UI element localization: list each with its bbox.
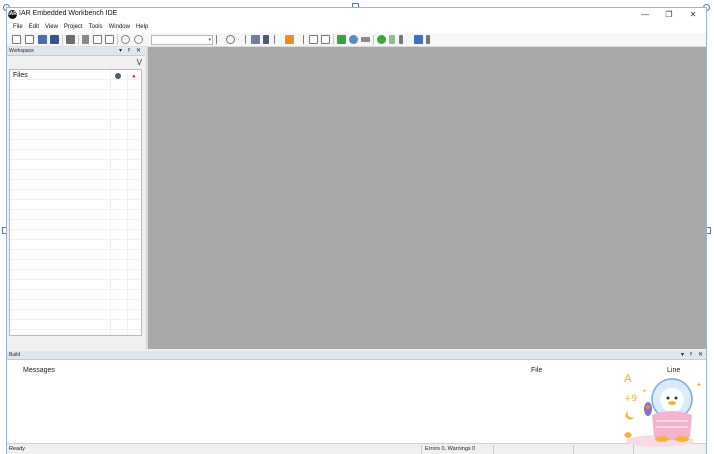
mascot-side-icons: A +9 — [624, 372, 638, 438]
menu-project[interactable]: Project — [61, 22, 86, 33]
filter-dropdown[interactable]: V — [137, 58, 142, 67]
build-header: Build ▾ ᵖ ✕ — [7, 351, 706, 360]
column-divider — [110, 70, 111, 335]
compile-icon[interactable] — [309, 35, 318, 44]
error-marker-icon: ● — [132, 74, 136, 80]
status-divider — [573, 445, 574, 454]
menu-bar: File Edit View Project Tools Window Help — [7, 22, 706, 33]
pin-icon[interactable]: ᵖ — [128, 47, 130, 56]
mascot-sticker-icon: A +9 ✦ ✦ — [624, 372, 702, 447]
status-errors: Errors 0, Warnings 0 — [425, 446, 476, 452]
ide-window: IAR IAR Embedded Workbench IDE — ❐ ✕ Fil… — [6, 7, 707, 454]
breakpoint-icon[interactable] — [361, 37, 370, 42]
workspace-title: Workspace — [9, 48, 34, 54]
toolbar-separator — [78, 35, 79, 45]
build-pane: Build ▾ ᵖ ✕ Messages File Line — [7, 351, 706, 443]
go-to-icon[interactable] — [251, 35, 260, 44]
toolbar-separator — [373, 35, 374, 45]
menu-window[interactable]: Window — [106, 22, 133, 33]
workspace-file-list[interactable]: Files ● — [9, 69, 142, 336]
nav-forward-icon[interactable] — [240, 35, 246, 44]
app-logo-icon: IAR — [8, 10, 17, 19]
menu-edit[interactable]: Edit — [26, 22, 42, 33]
workspace-header: Workspace ▾ ᵖ ✕ — [7, 47, 145, 56]
redo-icon[interactable] — [134, 35, 143, 44]
toolbar-overflow-icon[interactable] — [426, 35, 430, 44]
svg-text:+9: +9 — [624, 394, 638, 404]
menu-tools[interactable]: Tools — [86, 22, 106, 33]
editor-area[interactable] — [146, 47, 706, 349]
build-icon[interactable] — [337, 35, 346, 44]
status-bar: Ready Errors 0, Warnings 0 — [7, 443, 706, 454]
main-toolbar: ▾ — [7, 33, 706, 47]
next-bookmark-icon[interactable] — [298, 35, 304, 44]
menu-help[interactable]: Help — [133, 22, 151, 33]
column-file[interactable]: File — [531, 367, 542, 374]
toolbar-separator — [62, 35, 63, 45]
print-icon[interactable] — [66, 35, 75, 44]
pane-menu-icon[interactable]: ▾ — [681, 351, 684, 360]
list-icon[interactable] — [263, 35, 269, 44]
svg-text:✦: ✦ — [696, 381, 702, 389]
status-divider — [493, 445, 494, 454]
window-title: IAR Embedded Workbench IDE — [19, 10, 118, 17]
pin-icon[interactable]: ᵖ — [690, 351, 692, 360]
title-bar: IAR IAR Embedded Workbench IDE — ❐ ✕ — [7, 8, 706, 22]
open-file-icon[interactable] — [25, 35, 34, 44]
restore-button[interactable]: ❐ — [657, 8, 681, 22]
undo-icon[interactable] — [121, 35, 130, 44]
save-all-icon[interactable] — [50, 35, 59, 44]
close-icon[interactable]: ✕ — [698, 351, 703, 360]
debug-without-download-icon[interactable] — [389, 35, 395, 44]
prev-bookmark-icon[interactable] — [274, 35, 280, 44]
column-divider — [127, 70, 128, 335]
menu-view[interactable]: View — [42, 22, 61, 33]
pane-menu-icon[interactable]: ▾ — [119, 47, 122, 56]
stop-build-icon[interactable] — [349, 35, 358, 44]
paste-icon[interactable] — [105, 35, 114, 44]
menu-file[interactable]: File — [10, 22, 26, 33]
minimize-button[interactable]: — — [633, 8, 657, 22]
new-file-icon[interactable] — [12, 35, 21, 44]
chevron-down-icon: ▾ — [208, 37, 211, 43]
toolbar-separator — [333, 35, 334, 45]
svg-text:A: A — [624, 372, 632, 385]
close-icon[interactable]: ✕ — [136, 47, 141, 56]
toolbar-separator — [117, 35, 118, 45]
copy-icon[interactable] — [93, 35, 102, 44]
find-combo[interactable]: ▾ — [151, 35, 213, 45]
workspace-pane: Workspace ▾ ᵖ ✕ V Files ● — [7, 47, 145, 349]
status-ready: Ready — [9, 446, 25, 452]
build-title: Build — [9, 352, 21, 358]
close-button[interactable]: ✕ — [681, 8, 705, 22]
column-messages[interactable]: Messages — [23, 367, 55, 374]
bookmark-icon[interactable] — [285, 35, 294, 44]
svg-text:✦: ✦ — [642, 388, 647, 395]
gear-icon — [115, 73, 121, 79]
make-icon[interactable] — [321, 35, 330, 44]
dropdown-icon[interactable] — [399, 35, 403, 44]
download-debug-icon[interactable] — [377, 35, 386, 44]
flash-icon[interactable] — [414, 35, 423, 44]
save-icon[interactable] — [38, 35, 47, 44]
search-icon[interactable] — [226, 35, 235, 44]
status-divider — [421, 445, 422, 454]
nav-back-icon[interactable] — [216, 35, 222, 44]
column-files[interactable]: Files — [13, 72, 28, 79]
cut-icon[interactable] — [82, 35, 89, 44]
